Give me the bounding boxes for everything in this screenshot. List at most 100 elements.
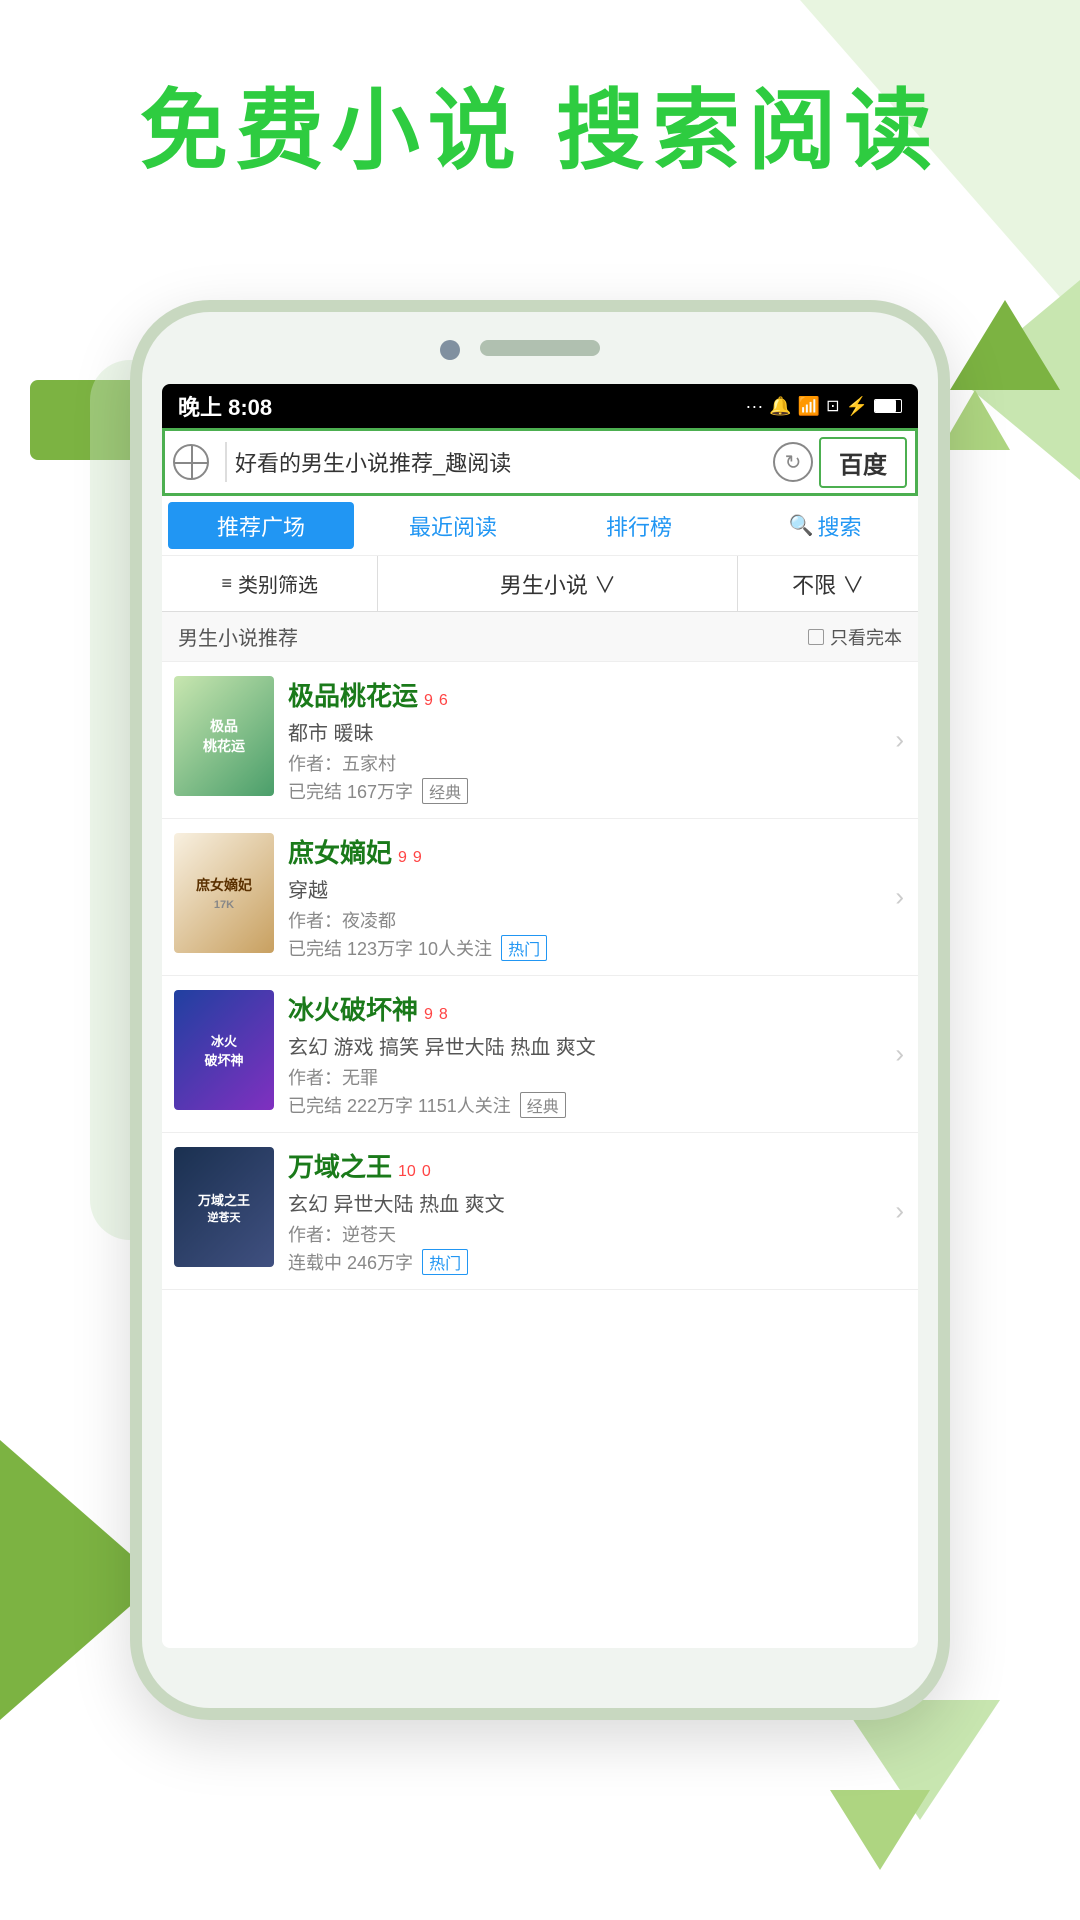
tab-ranking[interactable]: 排行榜 — [546, 496, 732, 555]
book-cover-3: 冰火破坏神 — [174, 990, 274, 1110]
section-title: 男生小说推荐 — [178, 622, 298, 651]
status-bar: 晚上 8:08 ··· 🔔 📶 ⊡ ⚡ — [162, 384, 918, 428]
book-list: 极品桃花运 极品桃花运 96 都市 暖昧 作者：五家村 已完结 167万字 经典 — [162, 662, 918, 1290]
chevron-right-icon-2: › — [895, 882, 904, 913]
refresh-icon[interactable]: ↻ — [773, 442, 813, 482]
bg-triangle-green2 — [940, 390, 1010, 450]
book-tags-4: 玄幻 异世大陆 热血 爽文 — [288, 1188, 906, 1217]
phone-speaker — [480, 340, 600, 356]
book-badge-1: 经典 — [422, 778, 468, 804]
screen-icon: ⊡ — [826, 396, 839, 416]
tab-ranking-label: 排行榜 — [606, 510, 672, 542]
phone-button-right — [940, 512, 950, 602]
globe-icon — [173, 444, 209, 480]
filter-category[interactable]: ≡ 类别筛选 — [162, 556, 378, 611]
filter-category-label: 类别筛选 — [238, 569, 318, 598]
phone-camera — [440, 340, 460, 360]
signal-icon: ··· — [745, 396, 763, 417]
cover-2-text: 庶女嫡妃17K — [196, 875, 252, 911]
list-item[interactable]: 庶女嫡妃17K 庶女嫡妃 99 穿越 作者：夜凌都 已完结 123万字 10人关… — [162, 819, 918, 976]
status-time: 晚上 8:08 — [178, 390, 272, 422]
book-title-row-4: 万域之王 10 0 — [288, 1147, 906, 1184]
filter-menu-icon: ≡ — [221, 573, 232, 594]
nav-tabs: 推荐广场 最近阅读 排行榜 🔍 搜索 — [162, 496, 918, 556]
book-rating-main-2: 9 — [398, 849, 407, 867]
book-tags-3: 玄幻 游戏 搞笑 异世大陆 热血 爽文 — [288, 1031, 906, 1060]
phone-outer: 晚上 8:08 ··· 🔔 📶 ⊡ ⚡ 好看的男生小说推荐_趣阅读 ↻ — [130, 300, 950, 1720]
tab-recent-label: 最近阅读 — [409, 510, 497, 542]
book-title-2: 庶女嫡妃 — [288, 833, 392, 870]
cover-3-text: 冰火破坏神 — [204, 1031, 243, 1069]
book-rating-sup-4: 0 — [422, 1163, 431, 1181]
only-complete-label: 只看完本 — [830, 624, 902, 650]
book-meta-4: 连载中 246万字 热门 — [288, 1249, 906, 1275]
section-filter[interactable]: 只看完本 — [808, 624, 902, 650]
filter-type[interactable]: 男生小说 ∨ — [378, 556, 738, 611]
chevron-right-icon-4: › — [895, 1196, 904, 1227]
filter-type-label: 男生小说 ∨ — [500, 568, 616, 600]
tab-search[interactable]: 🔍 搜索 — [732, 496, 918, 555]
book-badge-4: 热门 — [422, 1249, 468, 1275]
header-title: 免费小说 搜索阅读 — [0, 60, 1080, 187]
only-complete-checkbox[interactable] — [808, 629, 824, 645]
book-rating-main-4: 10 — [398, 1163, 416, 1181]
bg-triangle-green — [950, 300, 1060, 390]
book-badge-3: 经典 — [520, 1092, 566, 1118]
status-icons: ··· 🔔 📶 ⊡ ⚡ — [745, 396, 902, 417]
chevron-right-icon-1: › — [895, 725, 904, 756]
search-divider — [225, 442, 227, 482]
book-info-2: 庶女嫡妃 99 穿越 作者：夜凌都 已完结 123万字 10人关注 热门 — [288, 833, 906, 961]
book-rating-sup-3: 8 — [439, 1006, 448, 1024]
list-item[interactable]: 极品桃花运 极品桃花运 96 都市 暖昧 作者：五家村 已完结 167万字 经典 — [162, 662, 918, 819]
cover-1-text: 极品桃花运 — [203, 716, 245, 756]
book-title-row-1: 极品桃花运 96 — [288, 676, 906, 713]
book-cover-2: 庶女嫡妃17K — [174, 833, 274, 953]
wifi-icon: 📶 — [798, 396, 820, 417]
book-rating-main-3: 9 — [424, 1006, 433, 1024]
baidu-search-button[interactable]: 百度 — [819, 437, 907, 488]
book-rating-sup-1: 6 — [439, 692, 448, 710]
book-rating-main-1: 9 — [424, 692, 433, 710]
book-title-row-2: 庶女嫡妃 99 — [288, 833, 906, 870]
book-info-3: 冰火破坏神 98 玄幻 游戏 搞笑 异世大陆 热血 爽文 作者：无罪 已完结 2… — [288, 990, 906, 1118]
book-author-1: 作者：五家村 — [288, 750, 906, 776]
book-info-1: 极品桃花运 96 都市 暖昧 作者：五家村 已完结 167万字 经典 — [288, 676, 906, 804]
filter-bar: ≡ 类别筛选 男生小说 ∨ 不限 ∨ — [162, 556, 918, 612]
tab-recommend-label: 推荐广场 — [217, 510, 305, 542]
book-meta-2: 已完结 123万字 10人关注 热门 — [288, 935, 906, 961]
book-title-4: 万域之王 — [288, 1147, 392, 1184]
cover-4-text: 万域之王逆苍天 — [198, 1190, 250, 1225]
bell-icon: 🔔 — [769, 396, 791, 417]
tab-recommend[interactable]: 推荐广场 — [168, 502, 354, 549]
filter-limit-label: 不限 ∨ — [792, 568, 864, 600]
book-tags-2: 穿越 — [288, 874, 906, 903]
battery-icon — [874, 399, 902, 413]
header-title-text: 免费小说 搜索阅读 — [140, 81, 940, 180]
search-bar[interactable]: 好看的男生小说推荐_趣阅读 ↻ 百度 — [162, 428, 918, 496]
book-author-3: 作者：无罪 — [288, 1064, 906, 1090]
lightning-icon: ⚡ — [846, 396, 868, 417]
book-rating-sup-2: 9 — [413, 849, 422, 867]
book-title-3: 冰火破坏神 — [288, 990, 418, 1027]
search-tab-icon: 🔍 — [789, 513, 814, 538]
tab-search-label: 搜索 — [817, 510, 861, 542]
book-cover-4: 万域之王逆苍天 — [174, 1147, 274, 1267]
phone-mockup: 晚上 8:08 ··· 🔔 📶 ⊡ ⚡ 好看的男生小说推荐_趣阅读 ↻ — [130, 300, 950, 1720]
book-badge-2: 热门 — [501, 935, 547, 961]
bg-triangle-bottom-right2 — [830, 1790, 930, 1870]
book-meta-1: 已完结 167万字 经典 — [288, 778, 906, 804]
tab-recent[interactable]: 最近阅读 — [360, 496, 546, 555]
list-item[interactable]: 冰火破坏神 冰火破坏神 98 玄幻 游戏 搞笑 异世大陆 热血 爽文 作者：无罪… — [162, 976, 918, 1133]
book-title-1: 极品桃花运 — [288, 676, 418, 713]
list-item[interactable]: 万域之王逆苍天 万域之王 100 玄幻 异世大陆 热血 爽文 作者：逆苍天 连载… — [162, 1133, 918, 1290]
filter-limit[interactable]: 不限 ∨ — [738, 556, 918, 611]
book-title-row-3: 冰火破坏神 98 — [288, 990, 906, 1027]
book-info-4: 万域之王 100 玄幻 异世大陆 热血 爽文 作者：逆苍天 连载中 246万字 … — [288, 1147, 906, 1275]
book-tags-1: 都市 暖昧 — [288, 717, 906, 746]
chevron-right-icon-3: › — [895, 1039, 904, 1070]
search-query-text[interactable]: 好看的男生小说推荐_趣阅读 — [235, 446, 767, 478]
phone-screen: 晚上 8:08 ··· 🔔 📶 ⊡ ⚡ 好看的男生小说推荐_趣阅读 ↻ — [162, 384, 918, 1648]
phone-button-left — [130, 512, 140, 572]
book-cover-1: 极品桃花运 — [174, 676, 274, 796]
book-author-2: 作者：夜凌都 — [288, 907, 906, 933]
